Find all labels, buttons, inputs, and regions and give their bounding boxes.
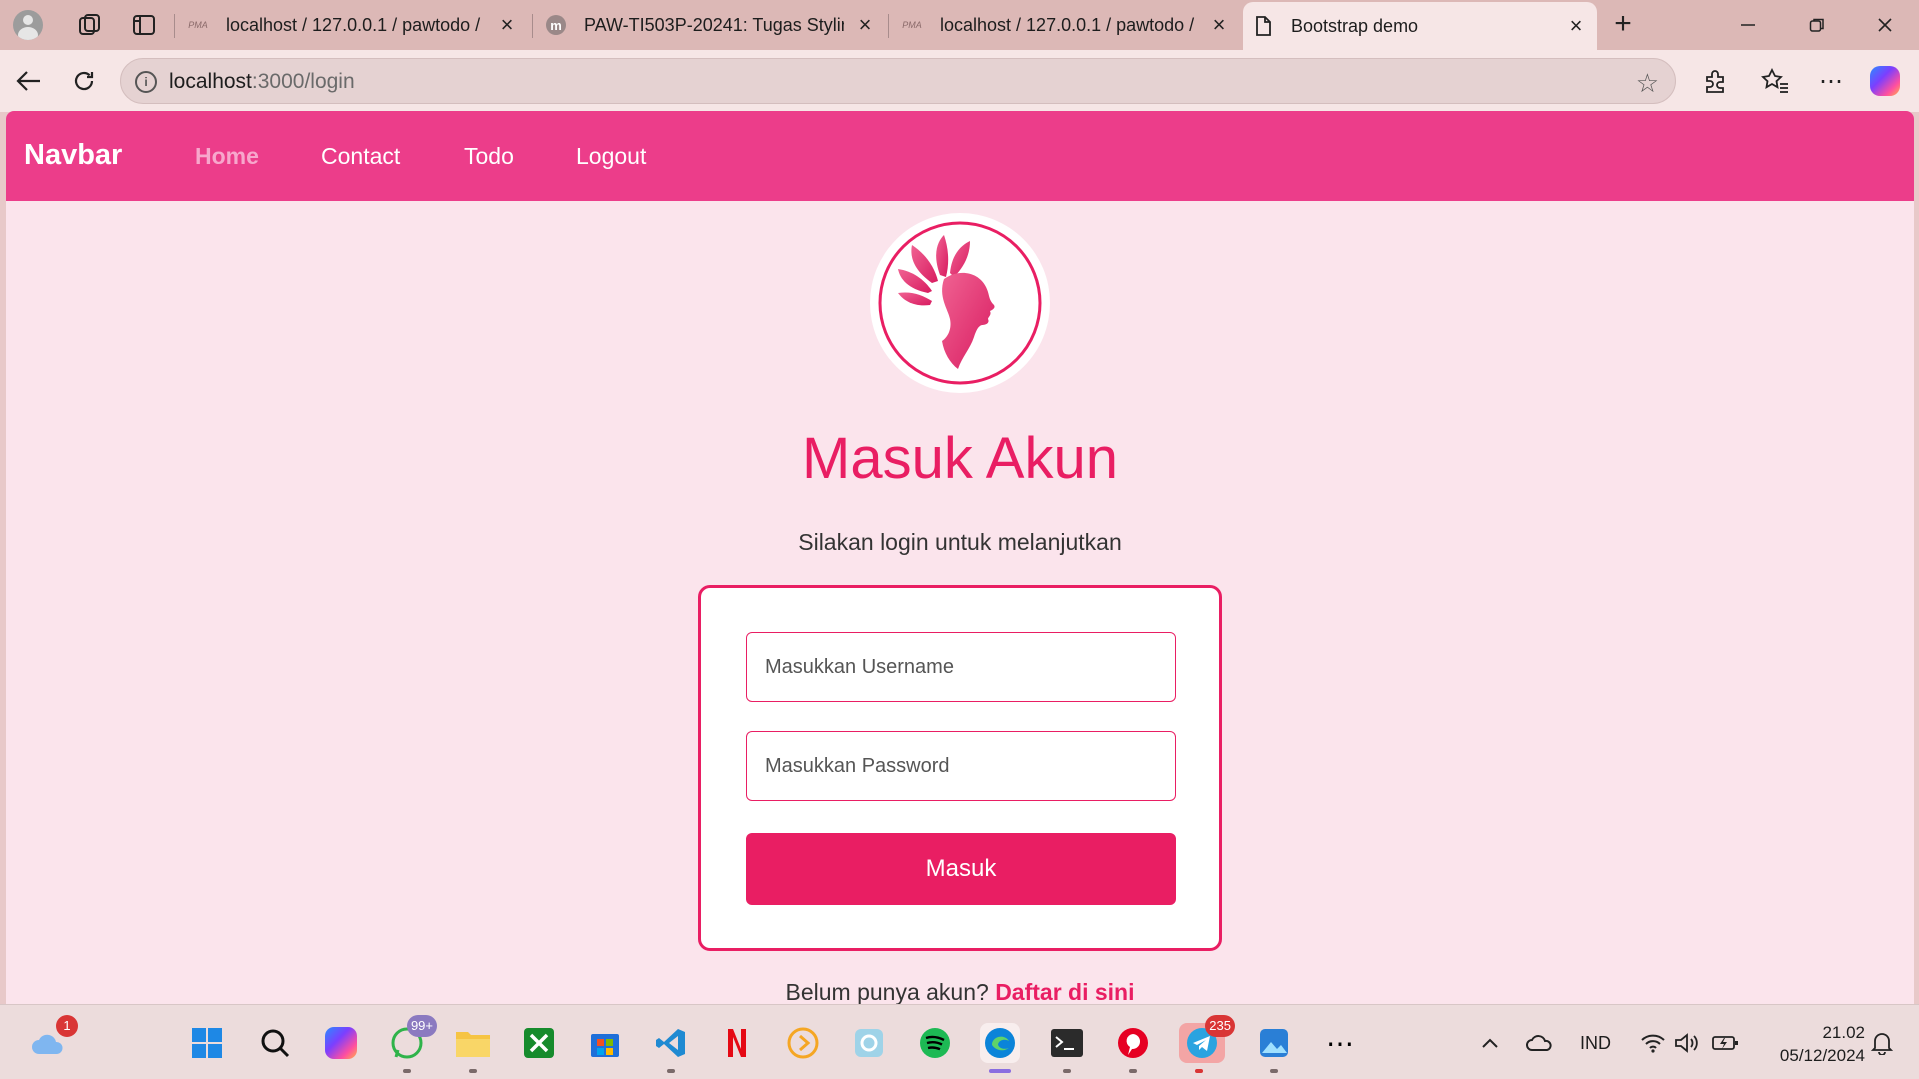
microsoft-store-icon[interactable] — [585, 1023, 625, 1063]
telegram-icon[interactable]: 235 — [1179, 1015, 1235, 1073]
copilot-app-icon[interactable] — [321, 1023, 361, 1063]
tab-title: localhost / 127.0.0.1 / pawtodo / — [940, 14, 1195, 35]
nav-link-todo[interactable]: Todo — [464, 143, 514, 170]
close-window-icon[interactable] — [1872, 12, 1898, 38]
vscode-icon[interactable] — [651, 1023, 691, 1073]
tab-title: localhost / 127.0.0.1 / pawtodo / — [226, 14, 481, 35]
navbar: Navbar Home Contact Todo Logout — [6, 111, 1914, 201]
edge-icon[interactable] — [980, 1023, 1020, 1073]
password-input[interactable] — [746, 731, 1176, 801]
vertical-tabs-icon[interactable] — [128, 9, 160, 41]
volume-icon[interactable] — [1667, 1023, 1707, 1063]
phpmyadmin-icon: PMA — [188, 20, 208, 30]
app-icon[interactable] — [849, 1023, 889, 1063]
moodle-icon: m — [546, 15, 566, 35]
navbar-brand[interactable]: Navbar — [24, 139, 122, 172]
windows-taskbar: 1 99+ 235 ⋯ IND 21.02 05/12/2024 — [0, 1004, 1919, 1079]
search-icon[interactable] — [255, 1023, 295, 1063]
favorite-star-icon[interactable]: ☆ — [1636, 68, 1659, 99]
copilot-icon[interactable] — [1870, 66, 1900, 96]
close-tab-icon[interactable]: × — [1208, 12, 1230, 37]
url-text: localhost:3000/login — [169, 70, 355, 93]
netflix-icon[interactable] — [717, 1023, 757, 1063]
more-options-icon[interactable]: ⋯ — [1814, 64, 1848, 98]
onedrive-icon[interactable] — [1520, 1023, 1560, 1063]
address-bar[interactable]: i localhost:3000/login ☆ — [120, 58, 1676, 104]
file-explorer-icon[interactable] — [453, 1023, 493, 1073]
page-subtitle: Silakan login untuk melanjutkan — [798, 529, 1122, 555]
browser-tab[interactable]: m PAW-TI503P-20241: Tugas Styling × — [536, 4, 886, 46]
notification-badge: 235 — [1205, 1015, 1235, 1037]
weather-widget-icon[interactable]: 1 — [28, 1015, 78, 1063]
refresh-icon[interactable] — [67, 64, 101, 98]
close-tab-icon[interactable]: × — [854, 12, 876, 37]
profile-avatar-icon[interactable] — [12, 9, 44, 41]
nav-link-logout[interactable]: Logout — [576, 143, 646, 170]
browser-tab[interactable]: PMA localhost / 127.0.0.1 / pawtodo / × — [892, 4, 1240, 46]
clock-time: 21.02 — [1822, 1023, 1865, 1042]
register-prompt: Belum punya akun? Daftar di sini — [6, 979, 1914, 1004]
terminal-icon[interactable] — [1047, 1023, 1087, 1073]
page-viewport: Navbar Home Contact Todo Logout Masuk Ak… — [6, 111, 1914, 1004]
xbox-icon[interactable] — [519, 1023, 559, 1063]
nav-link-home[interactable]: Home — [195, 143, 259, 170]
clock-date: 05/12/2024 — [1779, 1046, 1865, 1065]
more-apps-icon[interactable]: ⋯ — [1320, 1023, 1360, 1063]
favorites-icon[interactable] — [1758, 64, 1792, 98]
spotify-icon[interactable] — [915, 1023, 955, 1063]
page-icon — [1253, 16, 1273, 36]
language-indicator[interactable]: IND — [1580, 1033, 1611, 1054]
browser-tab[interactable]: PMA localhost / 127.0.0.1 / pawtodo / × — [178, 4, 528, 46]
site-info-icon[interactable]: i — [135, 71, 157, 93]
register-prompt-text: Belum punya akun? — [785, 979, 989, 1004]
login-button[interactable]: Masuk — [746, 833, 1176, 905]
notification-bell-icon[interactable] — [1862, 1023, 1902, 1063]
workspaces-icon[interactable] — [74, 9, 106, 41]
close-tab-icon[interactable]: × — [1565, 13, 1587, 38]
page-title: Masuk Akun — [802, 426, 1118, 491]
nav-link-contact[interactable]: Contact — [321, 143, 400, 170]
tab-title: Bootstrap demo — [1291, 15, 1419, 36]
register-link[interactable]: Daftar di sini — [995, 979, 1134, 1004]
windows-start-icon[interactable] — [187, 1023, 227, 1063]
system-clock[interactable]: 21.02 05/12/2024 — [1755, 1021, 1865, 1067]
browser-toolbar: i localhost:3000/login ☆ ⋯ — [0, 50, 1919, 112]
minimize-icon[interactable] — [1735, 12, 1761, 38]
media-player-icon[interactable] — [783, 1023, 823, 1063]
logo-image — [870, 213, 1050, 393]
browser-tab-bar: PMA localhost / 127.0.0.1 / pawtodo / × … — [0, 0, 1919, 50]
extensions-icon[interactable] — [1698, 64, 1732, 98]
whatsapp-icon[interactable]: 99+ — [387, 1015, 437, 1073]
photos-icon[interactable] — [1254, 1023, 1294, 1073]
tab-title: PAW-TI503P-20241: Tugas Styling — [584, 14, 844, 35]
battery-icon[interactable] — [1705, 1023, 1745, 1063]
show-hidden-icons-icon[interactable] — [1470, 1023, 1510, 1063]
username-input[interactable] — [746, 632, 1176, 702]
pinterest-icon[interactable] — [1113, 1023, 1153, 1073]
close-tab-icon[interactable]: × — [496, 12, 518, 37]
back-icon[interactable] — [12, 64, 46, 98]
restore-icon[interactable] — [1804, 12, 1830, 38]
browser-tab-active[interactable]: Bootstrap demo × — [1243, 2, 1597, 50]
login-card: Masuk — [698, 585, 1222, 951]
notification-badge: 99+ — [406, 1015, 437, 1037]
notification-badge: 1 — [56, 1015, 78, 1037]
woman-silhouette-logo-icon — [878, 221, 1042, 385]
phpmyadmin-icon: PMA — [902, 20, 922, 30]
new-tab-icon[interactable]: + — [1608, 9, 1638, 40]
